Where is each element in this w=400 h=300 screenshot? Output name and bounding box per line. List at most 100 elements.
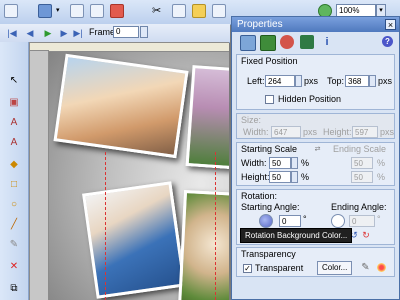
color-swatch-icon[interactable]: [377, 263, 386, 272]
text-tool-icon[interactable]: A: [7, 116, 21, 130]
fixed-position-title: Fixed Position: [241, 56, 298, 66]
fixed-position-group: Fixed Position Left: 264 pxs Top: 368 px…: [236, 54, 395, 110]
scale-height-input[interactable]: 50: [269, 171, 291, 183]
help-icon[interactable]: ?: [382, 36, 393, 47]
scale-width-spinner[interactable]: [291, 157, 298, 169]
size-width-unit: pxs: [303, 127, 318, 137]
eyedropper-icon[interactable]: ✎: [361, 263, 370, 273]
end-scale-width-input: 50: [351, 157, 373, 169]
end-scale-height-input: 50: [351, 171, 373, 183]
size-group: Size: Width: 647 pxs Height: 597 pxs: [236, 113, 395, 139]
top-unit: pxs: [378, 76, 393, 86]
first-frame-icon[interactable]: |◀: [6, 27, 18, 39]
hidden-position-label: Hidden Position: [278, 94, 342, 104]
tool-palette: ↖ ▣ A A ◆ □ ○ ╱ ✎ ✕ ⧉: [0, 42, 29, 300]
caption-tool-icon[interactable]: A: [7, 136, 21, 150]
image-tool-icon[interactable]: ▣: [7, 96, 21, 110]
left-label: Left:: [247, 76, 265, 86]
transparency-group: Transparency ✓ Transparent Color... ✎: [236, 247, 395, 277]
vertical-ruler: [29, 50, 49, 300]
layout-tab-icon[interactable]: [240, 35, 256, 51]
color-button[interactable]: Color...: [317, 261, 353, 275]
scale-height-unit: %: [301, 172, 310, 182]
cursor-icon[interactable]: [4, 4, 18, 18]
paste-icon[interactable]: [192, 4, 206, 18]
properties-panel: Properties × i ? Fixed Position Left: 26…: [231, 16, 400, 300]
size-width-label: Width:: [243, 127, 269, 137]
slide-canvas[interactable]: [29, 42, 229, 300]
end-scale-width-unit: %: [377, 158, 386, 168]
hidden-position-checkbox[interactable]: [265, 95, 274, 104]
cut-icon[interactable]: ✂: [152, 4, 166, 18]
horizontal-ruler: [29, 42, 229, 52]
starting-angle-label: Starting Angle:: [241, 202, 300, 212]
size-height-label: Height:: [323, 127, 352, 137]
scale-height-label: Height:: [241, 172, 270, 182]
photo-volleyball-player[interactable]: [82, 181, 186, 299]
size-height-unit: pxs: [380, 127, 395, 137]
size-height-input: 597: [352, 126, 378, 138]
frame-input[interactable]: 0: [113, 26, 139, 38]
size-width-input: 647: [271, 126, 301, 138]
select-tool-icon[interactable]: ↖: [7, 74, 21, 88]
motion-tab-icon[interactable]: [300, 35, 314, 49]
pen-tool-icon[interactable]: ✎: [7, 238, 21, 252]
ending-angle-label: Ending Angle:: [331, 202, 387, 212]
line-tool-icon[interactable]: ╱: [7, 218, 21, 232]
next-frame-icon[interactable]: ▶: [58, 27, 70, 39]
frame-spinner[interactable]: [140, 26, 148, 38]
scale-width-unit: %: [301, 158, 310, 168]
link-scale-icon[interactable]: ⇄: [313, 146, 322, 155]
transparent-label: Transparent: [255, 263, 304, 273]
scale-group: Starting Scale Ending Scale Width: 50 % …: [236, 142, 395, 186]
ending-scale-title: Ending Scale: [333, 144, 387, 154]
ellipse-tool-icon[interactable]: ○: [7, 198, 21, 212]
play-icon[interactable]: ▶: [42, 27, 54, 39]
last-frame-icon[interactable]: ▶|: [72, 27, 84, 39]
copy-icon[interactable]: [172, 4, 186, 18]
top-spinner[interactable]: [369, 75, 376, 87]
remove-tool-icon[interactable]: ✕: [7, 260, 21, 274]
rectangle-tool-icon[interactable]: □: [7, 178, 21, 192]
ending-angle-input: 0: [349, 215, 375, 227]
scale-height-spinner[interactable]: [291, 171, 298, 183]
scale-width-label: Width:: [241, 158, 267, 168]
previous-frame-icon[interactable]: ◀: [24, 27, 36, 39]
top-label: Top:: [327, 76, 345, 86]
starting-angle-dial[interactable]: [259, 214, 273, 228]
photo-group-beach[interactable]: [53, 53, 189, 159]
left-spinner[interactable]: [295, 75, 302, 87]
layer-tool-icon[interactable]: ⧉: [7, 282, 21, 296]
clipboard-icon[interactable]: [212, 4, 226, 18]
effects-tab-icon[interactable]: [280, 35, 294, 49]
guide-line: [105, 152, 106, 300]
size-title: Size:: [241, 115, 262, 125]
properties-title: Properties: [237, 19, 283, 30]
transparency-title: Transparency: [241, 249, 296, 259]
starting-angle-input[interactable]: 0: [279, 215, 301, 227]
rotate-cw-icon[interactable]: ↻: [361, 230, 371, 240]
properties-title-bar[interactable]: Properties ×: [232, 17, 399, 32]
film-tab-icon[interactable]: [260, 35, 276, 51]
left-input[interactable]: 264: [265, 75, 295, 87]
slideshow-icon[interactable]: [38, 4, 52, 18]
end-scale-height-unit: %: [377, 172, 386, 182]
guide-line: [215, 152, 216, 300]
transparent-checkbox[interactable]: ✓: [243, 264, 252, 273]
photo-hands[interactable]: [185, 65, 229, 170]
dropdown-arrow-icon[interactable]: ▾: [56, 4, 64, 18]
ending-angle-dial[interactable]: [331, 214, 345, 228]
document-icon[interactable]: [90, 4, 104, 18]
scale-width-input[interactable]: 50: [269, 157, 291, 169]
rotation-background-color-tooltip: Rotation Background Color...: [240, 228, 353, 243]
top-input[interactable]: 368: [345, 75, 369, 87]
properties-tabs: i ?: [232, 32, 399, 52]
playback-toolbar: |◀ ◀ ▶ ▶ ▶| Frame: 0: [0, 24, 230, 43]
starting-scale-title: Starting Scale: [241, 144, 298, 154]
close-icon[interactable]: ×: [385, 19, 396, 30]
shape-tool-icon[interactable]: ◆: [7, 158, 21, 172]
info-tab-icon[interactable]: i: [320, 35, 334, 49]
photo-dog[interactable]: [178, 189, 229, 300]
list-icon[interactable]: [70, 4, 84, 18]
delete-icon[interactable]: [110, 4, 124, 18]
